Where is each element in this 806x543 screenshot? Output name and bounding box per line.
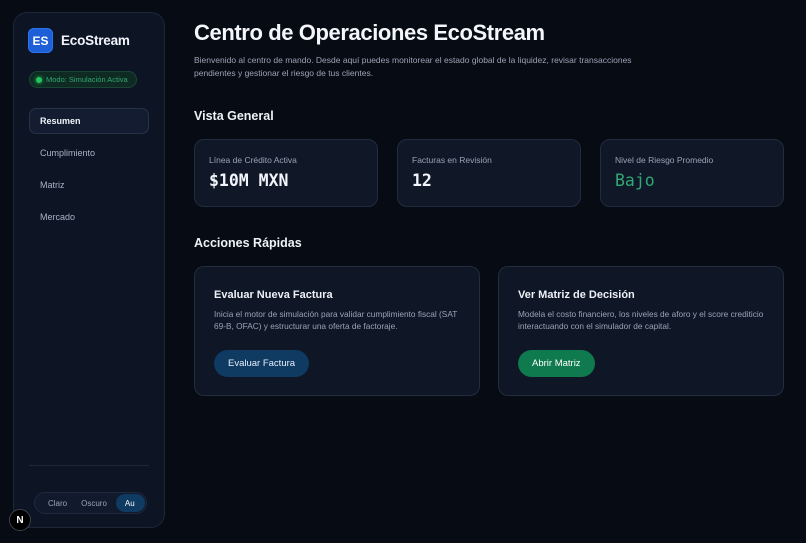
dev-tools-n-icon[interactable]: N (9, 509, 31, 531)
theme-toggle: Claro Oscuro Au (34, 492, 147, 514)
stat-value: 12 (412, 171, 432, 190)
action-card-description: Inicia el motor de simulación para valid… (214, 309, 458, 331)
stat-value: $10M MXN (209, 171, 289, 190)
page-title: Centro de Operaciones EcoStream (194, 20, 545, 45)
action-card-title: Evaluar Nueva Factura (214, 289, 333, 301)
mode-badge-label: Modo: Simulación Activa (46, 75, 128, 84)
simulation-mode-badge: Modo: Simulación Activa (29, 71, 137, 88)
brand[interactable]: ES EcoStream (28, 28, 130, 53)
action-card-description: Modela el costo financiero, los niveles … (518, 309, 764, 331)
theme-option-auto[interactable]: Au (115, 494, 145, 512)
sidebar-item-matriz[interactable]: Matriz (29, 172, 149, 198)
page-description: Bienvenido al centro de mando. Desde aqu… (194, 55, 632, 78)
overview-section-title: Vista General (194, 109, 274, 123)
theme-option-claro[interactable]: Claro (41, 499, 74, 508)
action-card-decision-matrix: Ver Matriz de Decisión Modela el costo f… (498, 266, 784, 396)
sidebar-item-cumplimiento[interactable]: Cumplimiento (29, 140, 149, 166)
status-dot-icon (36, 76, 42, 83)
action-card-title: Ver Matriz de Decisión (518, 289, 635, 301)
stat-card-risk-level: Nivel de Riesgo Promedio Bajo (600, 139, 784, 207)
brand-name: EcoStream (61, 33, 130, 48)
stat-label: Línea de Crédito Activa (209, 155, 297, 165)
sidebar-item-mercado[interactable]: Mercado (29, 204, 149, 230)
theme-option-oscuro[interactable]: Oscuro (74, 499, 114, 508)
stat-label: Nivel de Riesgo Promedio (615, 155, 714, 165)
sidebar-nav: Resumen Cumplimiento Matriz Mercado (29, 108, 149, 236)
stat-label: Facturas en Revisión (412, 155, 492, 165)
quick-actions-section-title: Acciones Rápidas (194, 236, 302, 250)
open-matrix-button[interactable]: Abrir Matriz (518, 350, 595, 377)
sidebar-item-resumen[interactable]: Resumen (29, 108, 149, 134)
stat-value: Bajo (615, 171, 655, 190)
brand-logo-icon: ES (28, 28, 53, 53)
sidebar-divider (29, 465, 149, 466)
evaluate-invoice-button[interactable]: Evaluar Factura (214, 350, 310, 377)
stat-card-invoices-review: Facturas en Revisión 12 (397, 139, 581, 207)
sidebar: ES EcoStream Modo: Simulación Activa Res… (13, 12, 165, 528)
stat-card-credit-line: Línea de Crédito Activa $10M MXN (194, 139, 378, 207)
action-card-evaluate-invoice: Evaluar Nueva Factura Inicia el motor de… (194, 266, 480, 396)
